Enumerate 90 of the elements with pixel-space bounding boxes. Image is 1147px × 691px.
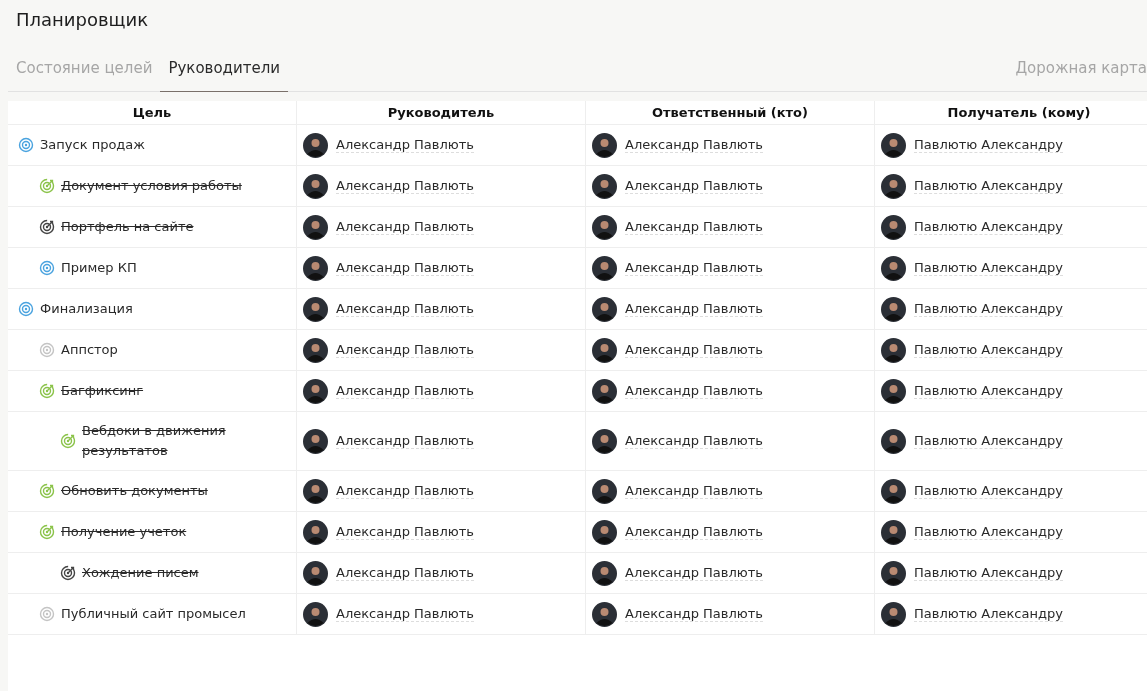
person-name[interactable]: Александр Павлють bbox=[625, 524, 763, 540]
avatar-icon bbox=[592, 255, 617, 281]
avatar-icon bbox=[592, 428, 617, 454]
avatar-icon bbox=[881, 560, 906, 586]
person-name[interactable]: Александр Павлють bbox=[336, 383, 474, 399]
column-header: Получатель (кому) bbox=[875, 101, 1147, 125]
person-name[interactable]: Александр Павлють bbox=[625, 178, 763, 194]
avatar-icon bbox=[881, 214, 906, 240]
tab[interactable]: Руководители bbox=[160, 45, 288, 92]
avatar-icon bbox=[303, 337, 328, 363]
person-name[interactable]: Павлютю Александру bbox=[914, 301, 1063, 317]
person-name[interactable]: Александр Павлють bbox=[336, 178, 474, 194]
person-name[interactable]: Павлютю Александру bbox=[914, 219, 1063, 235]
person-name[interactable]: Александр Павлють bbox=[336, 219, 474, 235]
person-name[interactable]: Александр Павлють bbox=[336, 433, 474, 449]
avatar-icon bbox=[881, 173, 906, 199]
person-name[interactable]: Павлютю Александру bbox=[914, 342, 1063, 358]
column-header: Цель bbox=[8, 101, 297, 125]
avatar-icon bbox=[303, 478, 328, 504]
goal-name[interactable]: Обновить документы bbox=[61, 481, 208, 501]
goal-name[interactable]: Аппстор bbox=[61, 340, 118, 360]
avatar-icon bbox=[592, 173, 617, 199]
person-name[interactable]: Александр Павлють bbox=[336, 606, 474, 622]
person-name[interactable]: Александр Павлють bbox=[625, 383, 763, 399]
avatar-icon bbox=[303, 214, 328, 240]
person-name[interactable]: Александр Павлють bbox=[336, 565, 474, 581]
person-name[interactable]: Александр Павлють bbox=[625, 219, 763, 235]
person-name[interactable]: Павлютю Александру bbox=[914, 565, 1063, 581]
person-name[interactable]: Александр Павлють bbox=[625, 606, 763, 622]
avatar-icon bbox=[303, 173, 328, 199]
person-name[interactable]: Александр Павлють bbox=[336, 137, 474, 153]
person-name[interactable]: Александр Павлють bbox=[336, 260, 474, 276]
avatar-icon bbox=[592, 296, 617, 322]
goal-name[interactable]: Хождение писем bbox=[82, 563, 199, 583]
goal-name[interactable]: Публичный сайт промысел bbox=[61, 604, 246, 624]
person-name[interactable]: Павлютю Александру bbox=[914, 178, 1063, 194]
goal-name[interactable]: Вебдоки в движения результатов bbox=[82, 421, 282, 461]
avatar-icon bbox=[881, 337, 906, 363]
avatar-icon bbox=[303, 560, 328, 586]
goal-name[interactable]: Документ условия работы bbox=[61, 176, 242, 196]
avatar-icon bbox=[303, 601, 328, 627]
person-name[interactable]: Александр Павлють bbox=[336, 524, 474, 540]
avatar-icon bbox=[592, 560, 617, 586]
person-name[interactable]: Павлютю Александру bbox=[914, 137, 1063, 153]
goal-name[interactable]: Пример КП bbox=[61, 258, 137, 278]
person-name[interactable]: Александр Павлють bbox=[625, 342, 763, 358]
avatar-icon bbox=[881, 428, 906, 454]
avatar-icon bbox=[303, 428, 328, 454]
avatar-icon bbox=[881, 519, 906, 545]
goal-name[interactable]: Багфиксинг bbox=[61, 381, 144, 401]
avatar-icon bbox=[881, 296, 906, 322]
column-header: Руководитель bbox=[297, 101, 586, 125]
person-name[interactable]: Павлютю Александру bbox=[914, 483, 1063, 499]
avatar-icon bbox=[592, 601, 617, 627]
person-name[interactable]: Павлютю Александру bbox=[914, 383, 1063, 399]
goal-name[interactable]: Финализация bbox=[40, 299, 133, 319]
person-name[interactable]: Александр Павлють bbox=[336, 301, 474, 317]
avatar-icon bbox=[592, 337, 617, 363]
person-name[interactable]: Александр Павлють bbox=[625, 483, 763, 499]
avatar-icon bbox=[592, 378, 617, 404]
avatar-icon bbox=[592, 519, 617, 545]
avatar-icon bbox=[881, 255, 906, 281]
person-name[interactable]: Александр Павлють bbox=[625, 301, 763, 317]
page-title: Планировщик bbox=[15, 8, 150, 32]
person-name[interactable]: Павлютю Александру bbox=[914, 524, 1063, 540]
avatar-icon bbox=[592, 214, 617, 240]
avatar-icon bbox=[303, 378, 328, 404]
person-name[interactable]: Павлютю Александру bbox=[914, 433, 1063, 449]
person-name[interactable]: Александр Павлють bbox=[336, 342, 474, 358]
person-name[interactable]: Александр Павлють bbox=[336, 483, 474, 499]
avatar-icon bbox=[592, 478, 617, 504]
column-header: Ответственный (кто) bbox=[586, 101, 875, 125]
avatar-icon bbox=[303, 519, 328, 545]
goal-name[interactable]: Портфель на сайте bbox=[61, 217, 194, 237]
person-name[interactable]: Александр Павлють bbox=[625, 433, 763, 449]
avatar-icon bbox=[881, 601, 906, 627]
avatar-icon bbox=[303, 296, 328, 322]
avatar-icon bbox=[881, 478, 906, 504]
avatar-icon bbox=[303, 132, 328, 158]
goal-name[interactable]: Запуск продаж bbox=[40, 135, 145, 155]
person-name[interactable]: Павлютю Александру bbox=[914, 606, 1063, 622]
goal-name[interactable]: Получение учеток bbox=[61, 522, 187, 542]
avatar-icon bbox=[881, 378, 906, 404]
avatar-icon bbox=[303, 255, 328, 281]
person-name[interactable]: Александр Павлють bbox=[625, 137, 763, 153]
avatar-icon bbox=[881, 132, 906, 158]
person-name[interactable]: Александр Павлють bbox=[625, 565, 763, 581]
person-name[interactable]: Павлютю Александру bbox=[914, 260, 1063, 276]
person-name[interactable]: Александр Павлють bbox=[625, 260, 763, 276]
avatar-icon bbox=[592, 132, 617, 158]
